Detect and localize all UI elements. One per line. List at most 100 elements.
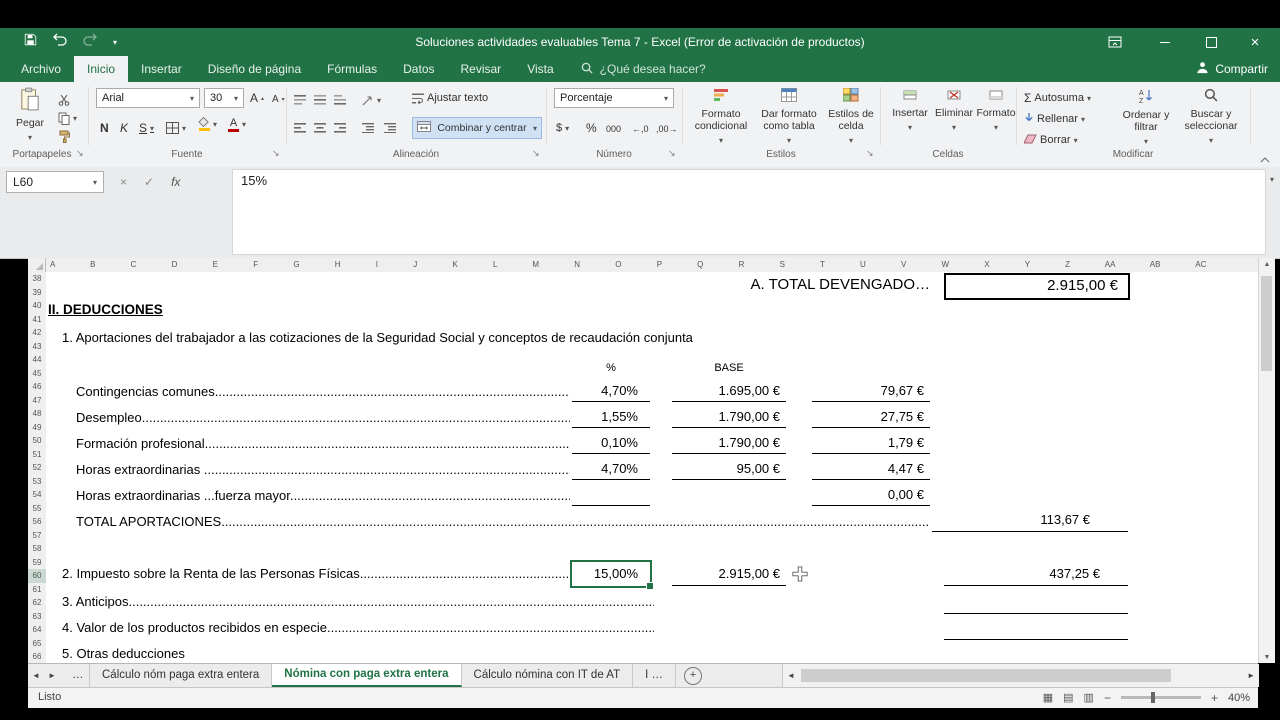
zoom-slider-thumb[interactable] [1151, 692, 1155, 703]
zoom-slider[interactable] [1121, 696, 1201, 699]
font-color-button[interactable]: A▾ [228, 116, 246, 132]
font-dialog-launcher-icon[interactable]: ↘ [272, 148, 280, 159]
selected-cell-irpf-pct[interactable]: 15,00% [570, 560, 652, 588]
increase-decimal-button[interactable]: ←,0 [632, 121, 649, 137]
decrease-indent-button[interactable] [362, 120, 374, 136]
cell-row-pct[interactable]: 1,55% [572, 406, 650, 428]
align-bottom-button[interactable] [334, 92, 346, 108]
wrap-text-button[interactable]: Ajustar texto [412, 90, 488, 106]
new-sheet-button[interactable]: + [684, 667, 702, 685]
sheet-tab-overflow[interactable]: … [60, 664, 90, 687]
vertical-scroll-thumb[interactable] [1261, 276, 1272, 371]
fill-handle[interactable] [646, 582, 654, 590]
cell-otras-deducciones-label[interactable]: 5. Otras deducciones [62, 646, 185, 661]
conditional-formatting-button[interactable]: Formato condicional ▾ [690, 88, 752, 147]
orientation-button[interactable]: ▾ [362, 92, 381, 108]
normal-view-icon[interactable]: ▦ [1043, 691, 1053, 704]
save-icon[interactable] [24, 33, 37, 51]
comma-style-button[interactable]: 000 [606, 121, 621, 137]
borders-button[interactable]: ▾ [166, 120, 186, 136]
cell-especie-value[interactable] [944, 614, 1128, 640]
cell-row-label[interactable]: Contingencias comunes...................… [76, 384, 570, 402]
tab-inicio[interactable]: Inicio [74, 56, 128, 82]
cell-base-header[interactable]: BASE [672, 362, 786, 374]
insert-function-button[interactable]: fx [171, 175, 180, 189]
enter-check-icon[interactable]: ✓ [144, 175, 154, 189]
cell-row-amount[interactable]: 0,00 € [812, 484, 930, 506]
tab-revisar[interactable]: Revisar [448, 56, 515, 82]
scroll-down-icon[interactable]: ▼ [1259, 654, 1275, 661]
select-all-corner[interactable] [28, 258, 46, 272]
scroll-up-icon[interactable]: ▲ [1259, 258, 1275, 272]
format-painter-button[interactable] [58, 128, 70, 144]
cell-deducciones-title[interactable]: II. DEDUCCIONES [48, 302, 163, 317]
maximize-button[interactable] [1194, 28, 1228, 56]
cell-anticipos-label[interactable]: 3. Anticipos............................… [62, 594, 654, 612]
format-cells-button[interactable]: Formato ▾ [976, 88, 1016, 134]
cell-row-base[interactable]: 1.790,00 € [672, 406, 786, 428]
tab-datos[interactable]: Datos [390, 56, 447, 82]
cell-styles-button[interactable]: Estilos de celda ▾ [826, 88, 876, 147]
percent-style-button[interactable]: % [586, 120, 597, 136]
cell-especie-label[interactable]: 4. Valor de los productos recibidos en e… [62, 620, 654, 638]
insert-cells-button[interactable]: Insertar ▾ [890, 88, 930, 134]
copy-button[interactable]: ▾ [58, 110, 77, 126]
sheet-tab-nomina-paga-extra-active[interactable]: Nómina con paga extra entera [272, 664, 461, 687]
redo-icon[interactable] [83, 33, 97, 51]
sheet-tab-partial[interactable]: I … [633, 664, 676, 687]
accounting-format-button[interactable]: $▾ [556, 120, 569, 136]
cell-row-base[interactable]: 95,00 € [672, 458, 786, 480]
tab-formulas[interactable]: Fórmulas [314, 56, 390, 82]
cell-total-devengado-label[interactable]: A. TOTAL DEVENGADO… [600, 276, 930, 293]
hscroll-right-icon[interactable]: ► [1247, 664, 1255, 687]
clipboard-dialog-launcher-icon[interactable]: ↘ [76, 148, 84, 159]
cell-total-aportaciones-value[interactable]: 113,67 € [932, 508, 1128, 532]
sheet-tab-calculo-nom-paga-extra[interactable]: Cálculo nóm paga extra entera [90, 664, 272, 687]
worksheet[interactable]: A. TOTAL DEVENGADO… 2.915,00 € II. DEDUC… [46, 272, 1258, 663]
undo-icon[interactable] [53, 33, 67, 51]
clear-button[interactable]: Borrar▾ [1024, 132, 1078, 148]
tell-me-search[interactable]: ¿Qué desea hacer? [581, 56, 706, 82]
page-break-view-icon[interactable]: ▥ [1084, 691, 1094, 704]
collapse-ribbon-icon[interactable] [1260, 150, 1270, 168]
customize-qat-icon[interactable]: ▾ [113, 38, 117, 47]
cell-irpf-label[interactable]: 2. Impuesto sobre la Renta de las Person… [62, 566, 568, 584]
hscroll-left-icon[interactable]: ◄ [787, 664, 795, 687]
tab-diseno-pagina[interactable]: Diseño de página [195, 56, 314, 82]
cell-pct-header[interactable]: % [572, 362, 650, 374]
font-name-combo[interactable]: Arial▾ [96, 88, 200, 108]
sort-filter-button[interactable]: AZ Ordenar y filtrar ▾ [1118, 88, 1174, 148]
cell-anticipos-value[interactable] [944, 588, 1128, 614]
decrease-decimal-button[interactable]: ,00→ [656, 121, 678, 137]
tab-insertar[interactable]: Insertar [128, 56, 195, 82]
cell-row-amount[interactable]: 27,75 € [812, 406, 930, 428]
cell-total-aportaciones-label[interactable]: TOTAL APORTACIONES......................… [76, 514, 928, 532]
row-headers[interactable]: 38 39 40 41 42 43 44 45 46 47 48 49 50 5… [28, 272, 47, 663]
cell-irpf-amount[interactable]: 437,25 € [944, 562, 1128, 586]
autosum-button[interactable]: ΣAutosuma▾ [1024, 90, 1091, 106]
close-button[interactable]: × [1238, 28, 1272, 56]
zoom-level[interactable]: 40% [1228, 692, 1250, 704]
cell-row-pct[interactable]: 0,10% [572, 432, 650, 454]
cell-row-pct[interactable] [572, 484, 650, 506]
align-left-button[interactable] [294, 120, 306, 136]
cut-button[interactable] [58, 92, 70, 108]
fill-color-button[interactable]: ▾ [198, 116, 217, 132]
cell-irpf-base[interactable]: 2.915,00 € [672, 562, 786, 586]
fill-button[interactable]: Rellenar▾ [1024, 111, 1085, 127]
delete-cells-button[interactable]: Eliminar ▾ [934, 88, 974, 134]
merge-center-button[interactable]: Combinar y centrar ▾ [412, 117, 542, 139]
column-headers[interactable]: A B C D E F G H I J K L M N O P Q R S T … [28, 258, 1258, 273]
align-center-button[interactable] [314, 120, 326, 136]
bold-button[interactable]: N [100, 120, 109, 136]
increase-indent-button[interactable] [384, 120, 396, 136]
ribbon-display-options-icon[interactable] [1098, 28, 1132, 56]
find-select-button[interactable]: Buscar y seleccionar ▾ [1180, 88, 1242, 147]
alignment-dialog-launcher-icon[interactable]: ↘ [532, 148, 540, 159]
share-button[interactable]: Compartir [1196, 56, 1268, 82]
name-box[interactable]: L60▾ [6, 171, 104, 193]
zoom-out-icon[interactable]: − [1104, 691, 1111, 705]
cell-row-amount[interactable]: 4,47 € [812, 458, 930, 480]
page-layout-view-icon[interactable]: ▤ [1063, 691, 1073, 704]
formula-input[interactable]: 15% [232, 169, 1266, 255]
